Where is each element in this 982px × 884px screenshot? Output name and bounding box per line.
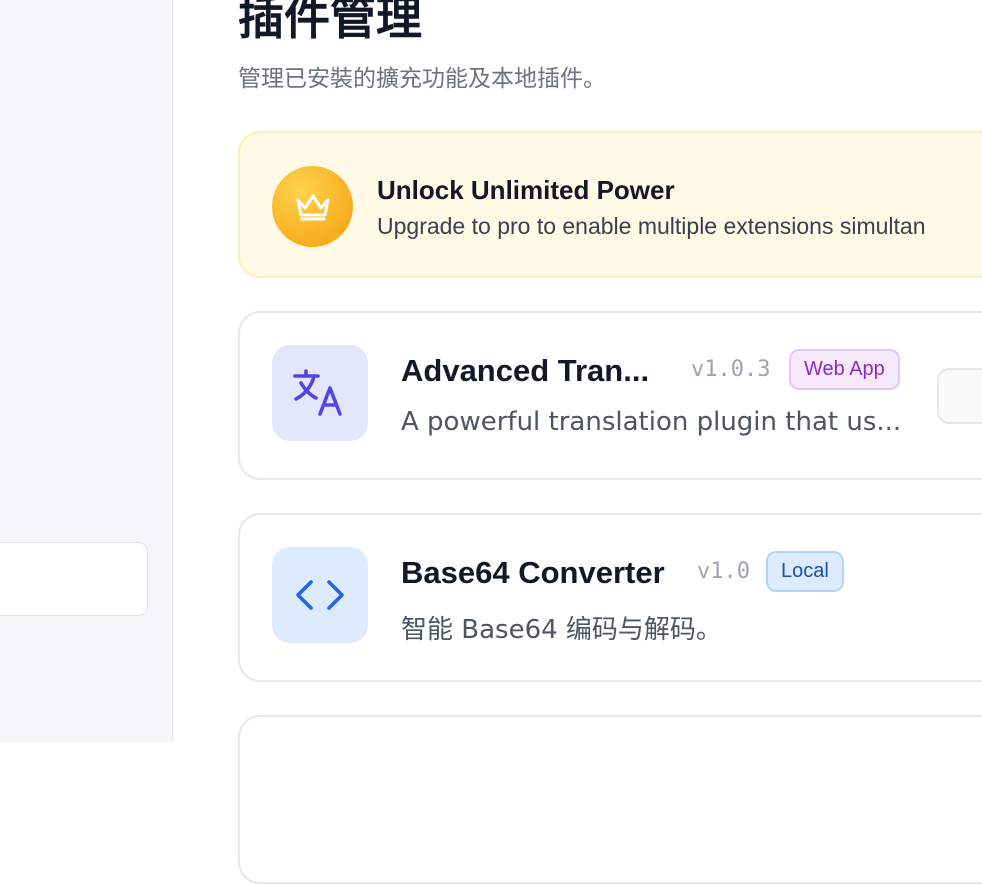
- promo-description: Upgrade to pro to enable multiple extens…: [377, 213, 926, 239]
- main-content: 插件管理 管理已安裝的擴充功能及本地插件。 Unlock Unlimited P…: [238, 0, 982, 884]
- extension-description: A powerful translation plugin that us...: [401, 407, 902, 437]
- extension-type-badge: Web App: [789, 349, 900, 390]
- extension-name: Advanced Tran...: [401, 353, 650, 388]
- extension-type-badge: Local: [766, 551, 844, 592]
- extension-card-base64-converter[interactable]: Base64 Converter v1.0 Local 智能 Base64 编码…: [238, 513, 982, 682]
- extension-version: v1.0.3: [691, 357, 771, 382]
- extension-toggle-button[interactable]: [937, 368, 982, 424]
- sidebar: [0, 0, 173, 742]
- extension-card-partial[interactable]: [238, 715, 982, 884]
- extension-description: 智能 Base64 编码与解码。: [401, 615, 722, 645]
- sidebar-search-input[interactable]: [0, 542, 148, 616]
- extension-name: Base64 Converter: [401, 555, 665, 590]
- upgrade-promo-banner[interactable]: Unlock Unlimited Power Upgrade to pro to…: [238, 131, 982, 278]
- page-subtitle: 管理已安裝的擴充功能及本地插件。: [238, 66, 606, 92]
- extension-card-advanced-translator[interactable]: Advanced Tran... v1.0.3 Web App A powerf…: [238, 311, 982, 480]
- translate-icon: [272, 345, 368, 441]
- code-icon: [272, 547, 368, 643]
- extension-version: v1.0: [697, 559, 750, 584]
- promo-title: Unlock Unlimited Power: [377, 175, 675, 205]
- page-title: 插件管理: [238, 0, 422, 45]
- crown-icon: [272, 166, 353, 247]
